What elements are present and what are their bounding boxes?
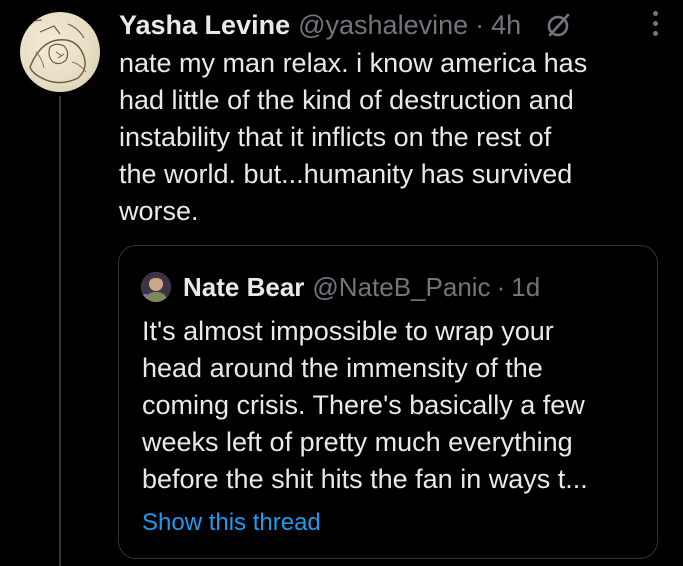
tweet-text-line: had little of the kind of destruction an… xyxy=(119,85,574,115)
separator-dot: · xyxy=(475,10,485,40)
quoted-avatar[interactable] xyxy=(141,272,171,302)
separator-dot: · xyxy=(496,271,506,302)
quoted-author-display-name[interactable]: Nate Bear xyxy=(183,272,304,303)
more-vertical-icon[interactable] xyxy=(647,6,663,40)
quoted-tweet-card[interactable]: Nate Bear @NateB_Panic · 1d It's almost … xyxy=(118,245,658,559)
thread-connector-line xyxy=(59,96,61,566)
quoted-text-line: It's almost impossible to wrap your xyxy=(142,316,554,346)
quoted-text-line: weeks left of pretty much everything xyxy=(142,427,573,457)
show-this-thread-link[interactable]: Show this thread xyxy=(142,508,321,538)
author-display-name[interactable]: Yasha Levine xyxy=(119,8,290,42)
tweet-text-line: nate my man relax. i know america has xyxy=(119,48,588,78)
tweet-text-line: the world. but...humanity has survived xyxy=(119,159,573,189)
tweet-timestamp[interactable]: 4h xyxy=(491,8,521,42)
quoted-text-line: head around the immensity of the xyxy=(142,353,543,383)
sketch-avatar-icon xyxy=(23,19,87,84)
tweet-text: nate my man relax. i know america has ha… xyxy=(119,45,659,230)
author-handle[interactable]: @yashalevine xyxy=(298,8,468,42)
quoted-author-handle[interactable]: @NateB_Panic xyxy=(312,272,490,303)
quoted-text-line: before the shit hits the fan in ways t..… xyxy=(142,464,588,494)
tweet-text-line: instability that it inflicts on the rest… xyxy=(119,122,552,152)
tweet-text-line: worse. xyxy=(119,196,199,226)
tweet-header: Yasha Levine @yashalevine · 4h xyxy=(119,8,663,42)
avatar[interactable] xyxy=(20,12,100,92)
quoted-tweet-timestamp[interactable]: 1d xyxy=(511,272,540,303)
quoted-tweet-text: It's almost impossible to wrap your head… xyxy=(142,313,642,498)
grok-slash-circle-icon[interactable] xyxy=(543,10,573,40)
quoted-text-line: coming crisis. There's basically a few xyxy=(142,390,585,420)
quoted-tweet-header: Nate Bear @NateB_Panic · 1d xyxy=(141,270,540,304)
quoted-avatar-icon xyxy=(141,272,171,302)
